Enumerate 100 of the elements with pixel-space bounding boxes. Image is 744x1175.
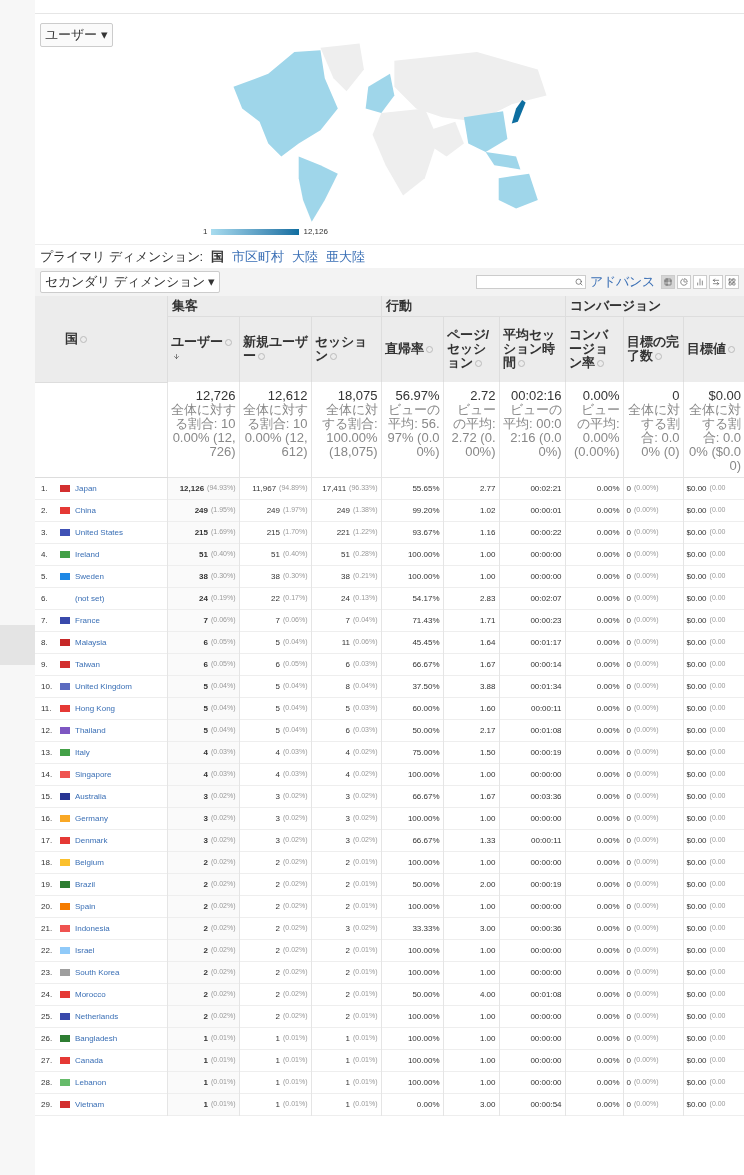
table-cell-text: 00:00:00 <box>529 1054 562 1067</box>
table-cell-text: 0.00% <box>595 768 620 781</box>
table-cell: $0.00 <box>686 746 707 759</box>
pivot-view-button[interactable] <box>725 275 739 289</box>
row-rank: 15. <box>41 790 54 803</box>
country-link[interactable]: Canada <box>75 1054 104 1067</box>
country-link[interactable]: Taiwan <box>75 658 100 671</box>
country-link[interactable]: United States <box>75 526 124 539</box>
table-cell-text: 1.33 <box>478 834 496 847</box>
row-rank: 10. <box>41 680 54 693</box>
country-link[interactable]: Italy <box>75 746 90 759</box>
row-rank: 27. <box>41 1054 54 1067</box>
country-link[interactable]: Denmark <box>75 834 108 847</box>
table-cell-text: 0.00% <box>595 680 620 693</box>
dimension-link[interactable]: 大陸 <box>292 246 319 267</box>
table-cell-text: 100.00% <box>406 944 440 957</box>
column-header[interactable]: 新規ユーザー <box>239 316 311 382</box>
country-link[interactable]: France <box>75 614 100 627</box>
table-cell-text: 1.02 <box>478 504 496 517</box>
column-header[interactable]: 平均セッション時間 <box>499 316 566 382</box>
table-cell: $0.00 <box>686 878 707 891</box>
column-header[interactable]: 目標値 <box>683 316 744 382</box>
country-link[interactable]: Japan <box>75 482 97 495</box>
table-cell-text: 0.00% <box>595 966 620 979</box>
country-link[interactable]: Malaysia <box>75 636 107 649</box>
table-view-button[interactable] <box>661 275 675 289</box>
table-cell-text: 2 <box>274 1010 280 1023</box>
table-cell-text: 249 <box>265 504 280 517</box>
country-link[interactable]: Netherlands <box>75 1010 119 1023</box>
secondary-dimension-dropdown[interactable]: セカンダリ ディメンション ▾ <box>40 271 221 293</box>
row-rank: 26. <box>41 1032 54 1045</box>
row-rank: 1. <box>41 482 49 495</box>
country-link[interactable]: Singapore <box>75 768 112 781</box>
table-cell: $0.00 <box>686 900 707 913</box>
advanced-link[interactable]: アドバンス <box>590 272 655 292</box>
table-cell-text: 99.20% <box>411 504 440 517</box>
row-rank: 8. <box>41 636 49 649</box>
table-cell-text: 00:00:01 <box>529 504 562 517</box>
table-cell-text: 100.00% <box>406 1054 440 1067</box>
column-header[interactable]: コンバージョン率 <box>565 316 624 382</box>
table-cell-text: 6 <box>274 658 280 671</box>
table-cell-text: 8 <box>344 680 350 693</box>
table-cell: 0 <box>626 900 631 913</box>
country-link[interactable]: Bangladesh <box>75 1032 118 1045</box>
dimension-link[interactable]: 亜大陸 <box>326 246 366 267</box>
column-header[interactable]: セッション <box>311 316 381 382</box>
country-link[interactable]: Spain <box>75 900 96 913</box>
table-cell-text: 51 <box>340 548 350 561</box>
country-link[interactable]: Hong Kong <box>75 702 116 715</box>
row-rank: 4. <box>41 548 49 561</box>
country-link[interactable]: Vietnam <box>75 1098 105 1111</box>
table-cell-text: 00:00:54 <box>529 1098 562 1111</box>
table-cell-text: 00:00:00 <box>529 548 562 561</box>
search-field[interactable] <box>476 275 586 289</box>
table-view-icon <box>664 278 672 286</box>
table-cell-text: 0.00% <box>415 1098 440 1111</box>
country-link[interactable]: Lebanon <box>75 1076 107 1089</box>
table-cell-text: 93.67% <box>411 526 440 539</box>
country-link[interactable]: Thailand <box>75 724 106 737</box>
country-link[interactable]: Australia <box>75 790 107 803</box>
country-link[interactable]: United Kingdom <box>75 680 132 693</box>
column-header[interactable]: ページ/セッション <box>443 316 499 382</box>
column-header[interactable]: ユーザー <box>167 316 239 382</box>
table-cell: $0.00 <box>686 1098 707 1111</box>
country-link[interactable]: Israel <box>75 944 95 957</box>
table-cell: $0.00 <box>686 944 707 957</box>
country-link[interactable]: Sweden <box>75 570 104 583</box>
metric-dropdown[interactable]: ユーザー ▾ <box>40 22 113 47</box>
search-icon[interactable] <box>575 278 583 286</box>
country-link[interactable]: Belgium <box>75 856 104 869</box>
country-link[interactable]: (not set) <box>75 592 105 605</box>
country-link[interactable]: Ireland <box>75 548 100 561</box>
table-cell-text: 0.00% <box>595 504 620 517</box>
row-rank: 24. <box>41 988 54 1001</box>
country-link[interactable]: Morocco <box>75 988 106 1001</box>
table-cell: 0 <box>626 548 631 561</box>
dimension-link[interactable]: 国 <box>211 246 225 267</box>
table-cell-text: 0.00% <box>595 746 620 759</box>
table-cell-text: 5 <box>202 724 208 737</box>
table-cell-text: 100.00% <box>406 570 440 583</box>
table-cell: $0.00 <box>686 1076 707 1089</box>
table-cell-text: 2.17 <box>478 724 496 737</box>
country-link[interactable]: Brazil <box>75 878 95 891</box>
pie-view-button[interactable] <box>677 275 691 289</box>
country-link[interactable]: China <box>75 504 96 517</box>
pie-view-icon <box>680 278 688 286</box>
table-cell-text: 4 <box>202 746 208 759</box>
table-cell-text: 51 <box>198 548 208 561</box>
country-link[interactable]: South Korea <box>75 966 120 979</box>
country-link[interactable]: Indonesia <box>75 922 110 935</box>
compare-view-button[interactable] <box>709 275 723 289</box>
table-header: 国 <box>35 296 167 382</box>
table-cell-text: 5 <box>274 636 280 649</box>
column-header[interactable]: 直帰率 <box>381 316 443 382</box>
table-cell-text: 00:00:11 <box>530 702 562 715</box>
bar-view-button[interactable] <box>693 275 707 289</box>
row-rank: 19. <box>41 878 54 891</box>
dimension-link[interactable]: 市区町村 <box>232 246 285 267</box>
column-header[interactable]: 目標の完了数 <box>623 316 684 382</box>
country-link[interactable]: Germany <box>75 812 108 825</box>
